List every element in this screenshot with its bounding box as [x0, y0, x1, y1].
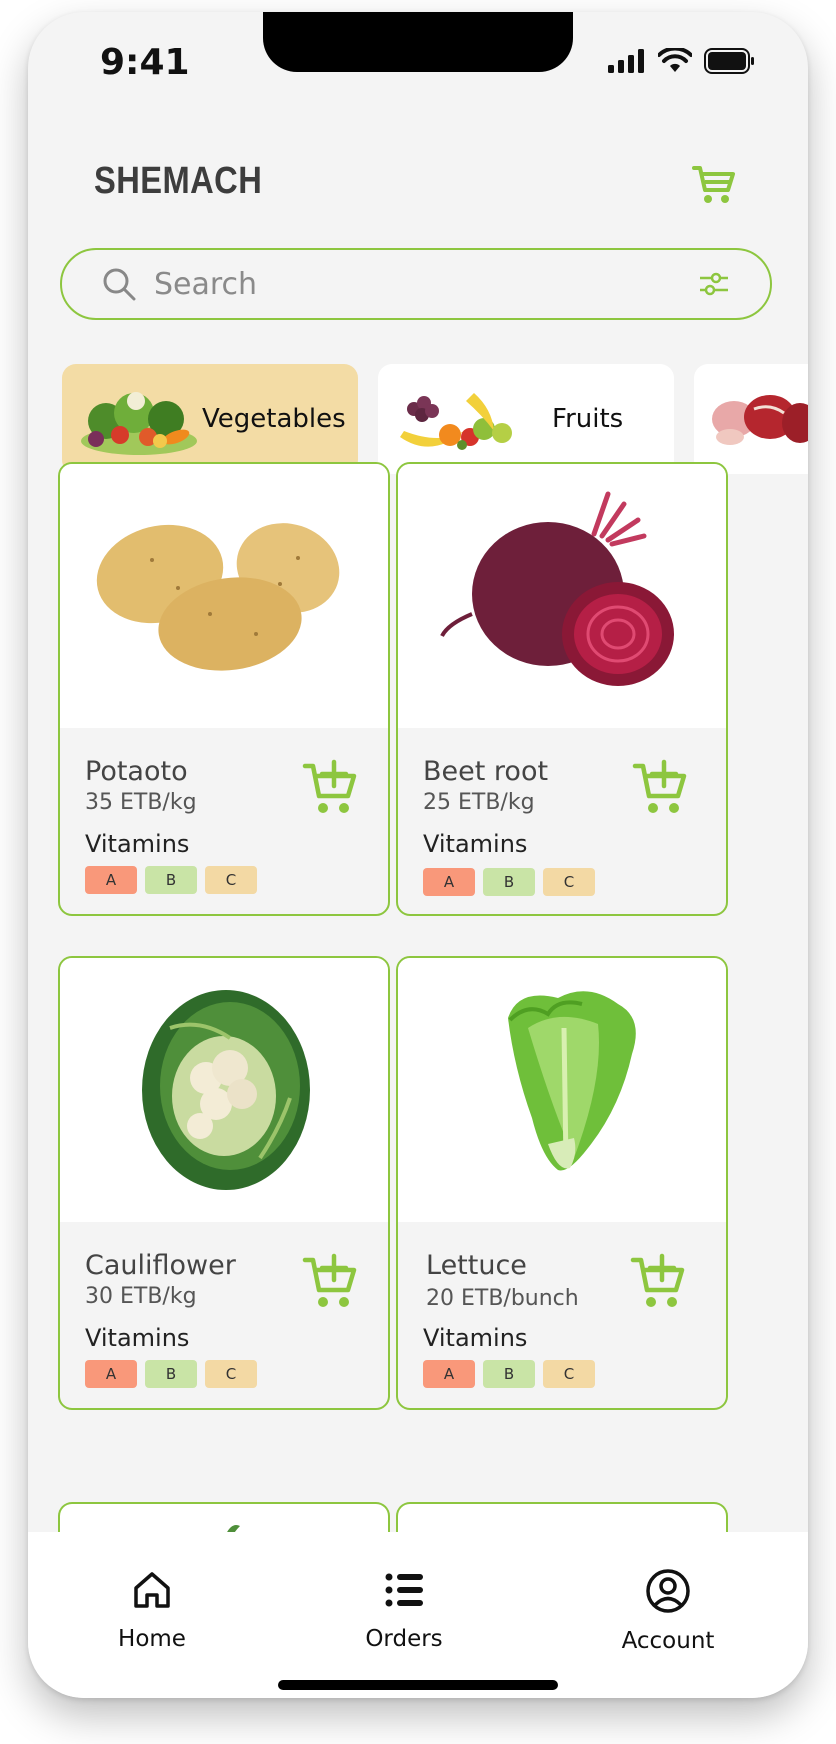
- product-card-cauliflower[interactable]: Cauliflower 30 ETB/kg Vitamins A B C: [58, 956, 390, 1410]
- category-meat[interactable]: [694, 364, 808, 474]
- wifi-icon: [658, 48, 692, 72]
- meat-image: [712, 395, 808, 445]
- product-image-area: [398, 958, 726, 1222]
- vitamin-b-badge: B: [483, 1360, 535, 1388]
- product-price: 30 ETB/kg: [85, 1284, 197, 1309]
- vitamin-a-badge: A: [85, 1360, 137, 1388]
- vitamin-c-badge: C: [205, 1360, 257, 1388]
- account-icon: [646, 1569, 690, 1613]
- category-label: Vegetables: [202, 404, 346, 434]
- product-image-area: [60, 958, 388, 1222]
- vitamin-badges: A B C: [423, 868, 595, 896]
- fruits-image: [400, 393, 512, 450]
- nav-label: Home: [118, 1626, 186, 1652]
- vitamins-label: Vitamins: [85, 830, 190, 858]
- nav-orders[interactable]: Orders: [334, 1568, 474, 1652]
- add-to-cart-icon[interactable]: [302, 1252, 360, 1310]
- vitamin-a-badge: A: [85, 866, 137, 894]
- vitamin-a-badge: A: [423, 868, 475, 896]
- vitamin-b-badge: B: [145, 866, 197, 894]
- product-card-potato[interactable]: Potaoto 35 ETB/kg Vitamins A B C: [58, 462, 390, 916]
- home-icon: [134, 1572, 170, 1608]
- list-icon: [385, 1573, 423, 1607]
- vitamin-c-badge: C: [205, 866, 257, 894]
- product-price: 25 ETB/kg: [423, 790, 535, 815]
- filter-icon[interactable]: [698, 269, 730, 299]
- vitamin-badges: A B C: [85, 866, 257, 894]
- product-price: 20 ETB/bunch: [426, 1286, 579, 1311]
- category-fruits[interactable]: Fruits: [378, 364, 674, 474]
- product-card-lettuce[interactable]: Lettuce 20 ETB/bunch Vitamins A B C: [396, 956, 728, 1410]
- vitamin-c-badge: C: [543, 868, 595, 896]
- home-indicator: [278, 1680, 558, 1690]
- status-icons: [608, 48, 756, 74]
- product-image-area: [60, 464, 388, 728]
- category-label: Fruits: [552, 404, 624, 434]
- product-price: 35 ETB/kg: [85, 790, 197, 815]
- cauliflower-image: [142, 990, 310, 1190]
- product-name: Potaoto: [85, 756, 188, 787]
- beet-root-image: [440, 491, 674, 686]
- lettuce-image: [508, 991, 636, 1171]
- vitamins-label: Vitamins: [423, 1324, 528, 1352]
- vitamins-label: Vitamins: [423, 830, 528, 858]
- vitamin-c-badge: C: [543, 1360, 595, 1388]
- vitamin-b-badge: B: [483, 868, 535, 896]
- add-to-cart-icon[interactable]: [632, 758, 690, 816]
- bottom-nav: Home Orders Account: [28, 1532, 808, 1698]
- vitamin-b-badge: B: [145, 1360, 197, 1388]
- product-card-beet-root[interactable]: Beet root 25 ETB/kg Vitamins A B C: [396, 462, 728, 916]
- nav-home[interactable]: Home: [82, 1568, 222, 1652]
- app-title: SHEMACH: [94, 160, 263, 202]
- search-icon: [103, 268, 136, 301]
- nav-account[interactable]: Account: [598, 1568, 738, 1654]
- vitamin-a-badge: A: [423, 1360, 475, 1388]
- search-input[interactable]: [154, 266, 698, 302]
- product-name: Cauliflower: [85, 1250, 236, 1281]
- status-time: 9:41: [100, 42, 190, 83]
- add-to-cart-icon[interactable]: [630, 1252, 688, 1310]
- search-bar: [60, 248, 772, 320]
- product-image-area: [398, 464, 726, 728]
- battery-icon: [704, 48, 754, 74]
- phone-frame: 9:41 SHEMACH Search Vegetables Fruits Po…: [28, 12, 808, 1698]
- vitamins-label: Vitamins: [85, 1324, 190, 1352]
- potato-image: [96, 523, 340, 671]
- cart-icon: [692, 166, 735, 203]
- notch: [263, 12, 573, 72]
- product-name: Lettuce: [426, 1250, 527, 1281]
- nav-label: Orders: [365, 1626, 443, 1652]
- add-to-cart-icon[interactable]: [302, 758, 360, 816]
- signal-icon: [608, 49, 644, 73]
- vitamin-badges: A B C: [85, 1360, 257, 1388]
- vegetables-image: [81, 392, 197, 455]
- cart-button[interactable]: [690, 160, 738, 208]
- vitamin-badges: A B C: [423, 1360, 595, 1388]
- category-vegetables[interactable]: Vegetables: [62, 364, 358, 474]
- nav-label: Account: [621, 1628, 715, 1654]
- product-name: Beet root: [423, 756, 549, 787]
- category-list: Vegetables Fruits: [62, 364, 808, 476]
